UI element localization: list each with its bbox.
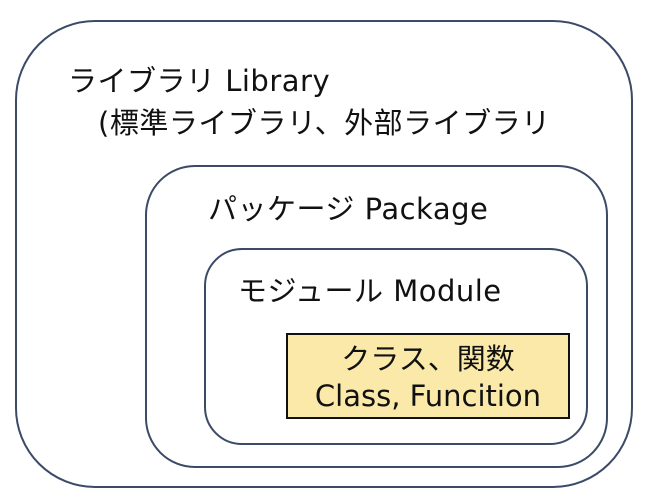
class-function-label-ja: クラス、関数 [341,342,515,376]
module-title: モジュール Module [238,274,502,308]
library-title: ライブラリ Library [68,64,331,98]
class-function-label-en: Class, Funcition [314,379,542,413]
package-title: パッケージ Package [208,192,489,226]
class-function-box: クラス、関数 Class, Funcition [286,333,570,419]
library-subtitle: (標準ライブラリ、外部ライブラリ [98,106,551,140]
